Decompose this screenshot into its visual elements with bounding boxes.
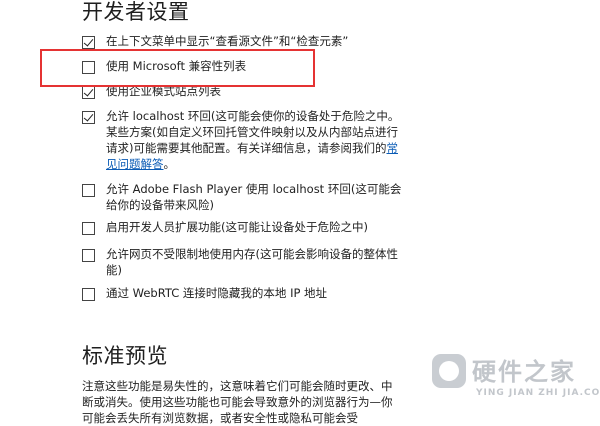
watermark-title: 硬件之家 <box>472 358 576 386</box>
watermark-subtitle: YING JIAN ZHI JIA.COM <box>476 388 600 398</box>
checkbox-localhost-loopback[interactable] <box>82 111 95 124</box>
preview-note: 注意这些功能是易失性的，这意味着它们可能会随时更改、中断或消失。使用这些功能也可… <box>82 379 393 425</box>
option-label: 在上下文菜单中显示“查看源文件”和“检查元素” <box>106 34 349 48</box>
watermark-badge-icon <box>432 354 466 388</box>
option-label: 允许 Adobe Flash Player 使用 localhost 环回(这可… <box>106 182 402 212</box>
checkbox-view-source[interactable] <box>82 36 95 49</box>
watermark-logo: 硬件之家 YING JIAN ZHI JIA.COM <box>432 350 600 414</box>
standard-preview-title: 标准预览 <box>82 344 168 368</box>
option-label: 允许 localhost 环回(这可能会使你的设备处于危险之中。某些方案(如自定… <box>106 108 406 172</box>
option-label-text: 允许 localhost 环回(这可能会使你的设备处于危险之中。某些方案(如自定… <box>106 109 400 155</box>
checkbox-webrtc-ip[interactable] <box>82 288 95 301</box>
option-label: 允许网页不受限制地使用内存(这可能会影响设备的整体性能) <box>106 247 398 277</box>
checkbox-flash-localhost[interactable] <box>82 184 95 197</box>
option-label: 启用开发人员扩展功能(这可能让设备处于危险之中) <box>106 220 368 234</box>
option-label: 通过 WebRTC 连接时隐藏我的本地 IP 地址 <box>106 286 328 300</box>
checkbox-enterprise-mode[interactable] <box>82 86 95 99</box>
developer-settings-title: 开发者设置 <box>82 0 190 24</box>
checkbox-dev-extensions[interactable] <box>82 222 95 235</box>
option-label-suffix: 。 <box>163 157 176 171</box>
highlight-annotation-box <box>40 49 315 87</box>
developer-settings-page: 开发者设置 在上下文菜单中显示“查看源文件”和“检查元素” 使用 Microso… <box>0 0 600 425</box>
checkbox-unlimited-memory[interactable] <box>82 249 95 262</box>
